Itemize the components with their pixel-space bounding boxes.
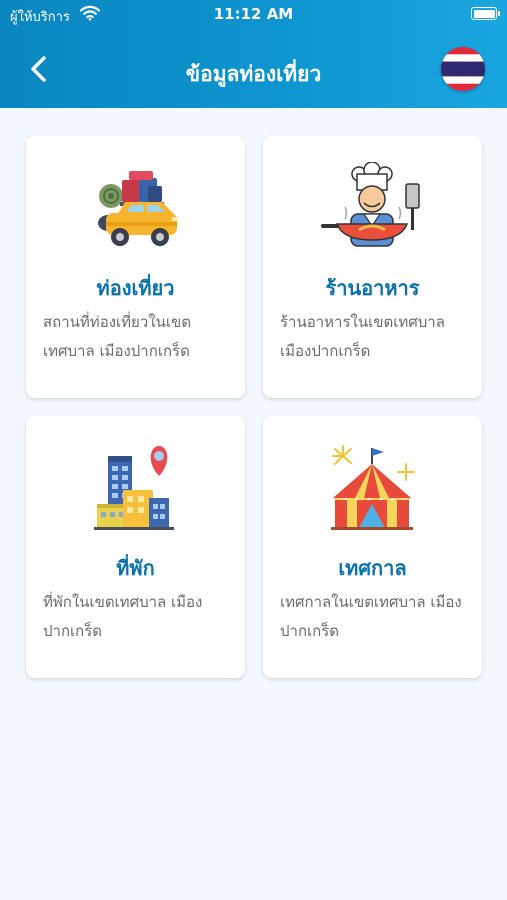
card-description-accommodation: ที่พักในเขตเทศบาล เมือง ปากเกร็ด <box>43 593 203 640</box>
card-restaurant[interactable]: ร้านอาหาร ร้านอาหารในเขตเทศบาล เมืองปากเ… <box>263 136 482 398</box>
car-luggage-icon <box>98 171 178 246</box>
chef-cooking-icon <box>321 162 420 247</box>
card-description-tourism: สถานที่ท่องเที่ยวในเขต เทศบาล เมืองปากเก… <box>43 313 191 360</box>
status-bar: ผู้ให้บริการ 11:12 AM <box>0 0 507 30</box>
app-header: ผู้ให้บริการ 11:12 AM ข้อมูลท่องเที่ยว <box>0 0 507 108</box>
festival-tent-icon <box>331 445 415 530</box>
battery-icon <box>471 7 500 20</box>
thailand-flag-icon <box>441 47 485 91</box>
page-title: ข้อมูลท่องเที่ยว <box>185 62 322 86</box>
card-title-accommodation: ที่พัก <box>116 556 155 580</box>
hotel-location-icon <box>94 446 174 530</box>
language-flag-button[interactable] <box>441 47 485 91</box>
card-description-restaurant: ร้านอาหารในเขตเทศบาล เมืองปากเกร็ด <box>280 313 445 360</box>
card-title-tourism: ท่องเที่ยว <box>96 276 175 300</box>
card-title-festival: เทศกาล <box>338 556 407 580</box>
status-clock: 11:12 AM <box>213 5 294 23</box>
card-tourism[interactable]: ท่องเที่ยว สถานที่ท่องเที่ยวในเขต เทศบาล… <box>26 136 245 398</box>
card-description-festival: เทศกาลในเขตเทศบาล เมือง ปากเกร็ด <box>280 593 462 640</box>
card-accommodation[interactable]: ที่พัก ที่พักในเขตเทศบาล เมือง ปากเกร็ด <box>26 416 245 678</box>
card-festival[interactable]: เทศกาล เทศกาลในเขตเทศบาล เมือง ปากเกร็ด <box>263 416 482 678</box>
card-title-restaurant: ร้านอาหาร <box>325 276 420 300</box>
